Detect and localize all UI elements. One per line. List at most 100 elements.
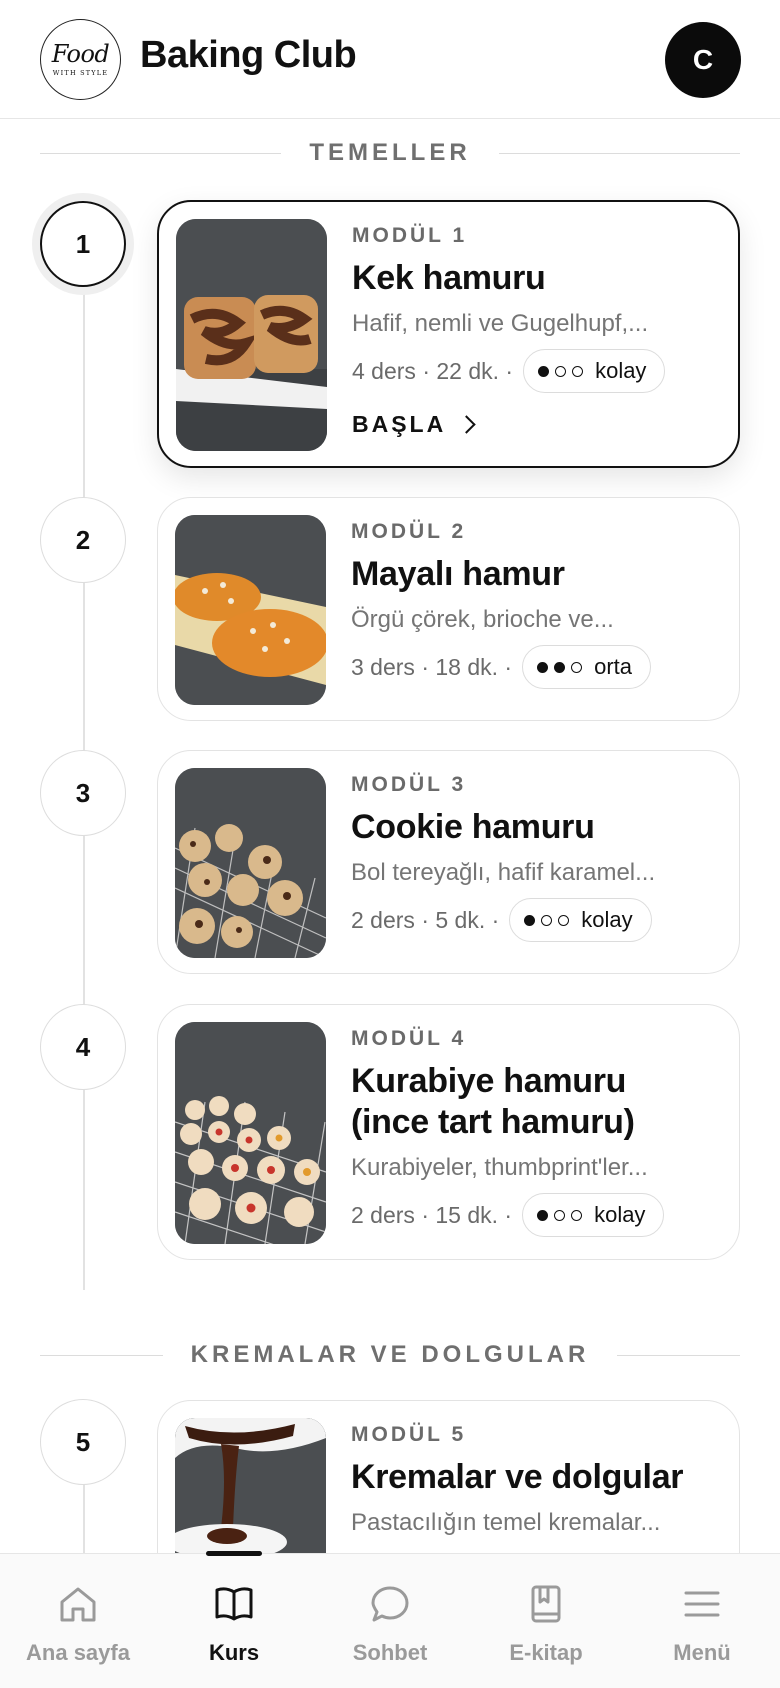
module-kicker: MODÜL 5	[351, 1423, 467, 1446]
divider-line	[40, 1354, 163, 1356]
difficulty-label: kolay	[595, 358, 647, 383]
divider-line	[40, 152, 282, 154]
difficulty-dot-empty	[555, 365, 567, 377]
module-description: Örgü çörek, brioche ve...	[351, 606, 614, 633]
module-meta: 4 ders · 22 dk. · kolay	[352, 349, 718, 393]
cookies-image	[175, 768, 326, 958]
module-kicker: MODÜL 2	[351, 520, 467, 543]
app-title: Baking Club	[140, 34, 357, 76]
module-card-3[interactable]: MODÜL 3 Cookie hamuru Bol tereyağlı, haf…	[157, 750, 740, 974]
difficulty-dot-filled	[537, 661, 549, 673]
step-circle-4[interactable]: 4	[40, 1004, 126, 1090]
marble-cake-image	[176, 219, 327, 451]
module-card-2[interactable]: MODÜL 2 Mayalı hamur Örgü çörek, brioche…	[157, 497, 740, 721]
difficulty-badge: kolay	[522, 1193, 665, 1237]
difficulty-dot-filled	[537, 1209, 549, 1221]
section-label: TEMELLER	[309, 139, 471, 166]
module-title: Cookie hamuru	[351, 808, 595, 846]
start-button-label: BAŞLA	[352, 411, 447, 437]
module-meta: 2 ders · 15 dk. · kolay	[351, 1193, 719, 1237]
step-circle-3[interactable]: 3	[40, 750, 126, 836]
active-tab-indicator	[206, 1551, 262, 1556]
module-meta-text: 3 ders · 18 dk. ·	[351, 653, 513, 680]
nav-label: Ana sayfa	[26, 1640, 130, 1665]
nav-label: Sohbet	[352, 1640, 428, 1665]
module-thumbnail	[175, 768, 326, 958]
module-description: Kurabiyeler, thumbprint'ler...	[351, 1154, 648, 1181]
module-thumbnail	[175, 515, 326, 705]
menu-icon	[684, 1591, 720, 1617]
module-info: MODÜL 2 Mayalı hamur Örgü çörek, brioche…	[351, 520, 719, 689]
section-divider-kremalar: KREMALAR VE DOLGULAR	[40, 1338, 740, 1372]
brioche-image	[175, 515, 326, 705]
module-thumbnail	[175, 1022, 326, 1244]
user-avatar[interactable]: C	[665, 22, 741, 98]
home-icon	[60, 1587, 96, 1622]
module-meta-text: 4 ders · 22 dk. ·	[352, 357, 514, 384]
divider-line	[617, 1354, 740, 1356]
difficulty-dot-filled	[554, 661, 566, 673]
module-title-line2: (ince tart hamuru)	[351, 1103, 635, 1141]
step-circle-5[interactable]: 5	[40, 1399, 126, 1485]
module-kicker: MODÜL 4	[351, 1027, 467, 1050]
difficulty-dot-empty	[571, 1209, 583, 1221]
step-circle-2[interactable]: 2	[40, 497, 126, 583]
module-title: Kurabiye hamuru	[351, 1062, 627, 1100]
nav-item-course[interactable]: Kurs	[156, 1582, 312, 1666]
ebook-icon	[531, 1585, 561, 1623]
section-divider-temeller: TEMELLER	[40, 136, 741, 170]
book-icon	[215, 1587, 253, 1621]
nav-item-ebook[interactable]: E-kitap	[468, 1582, 624, 1666]
divider-line	[498, 152, 741, 154]
module-meta: 3 ders · 18 dk. · orta	[351, 645, 719, 689]
difficulty-label: orta	[594, 654, 632, 679]
module-card-4[interactable]: MODÜL 4 Kurabiye hamuru (ince tart hamur…	[157, 1004, 740, 1260]
module-kicker: MODÜL 1	[352, 224, 468, 247]
difficulty-dot-empty	[554, 1209, 566, 1221]
difficulty-dot-filled	[538, 365, 550, 377]
nav-item-chat[interactable]: Sohbet	[312, 1582, 468, 1666]
difficulty-dot-empty	[572, 365, 584, 377]
difficulty-dot-empty	[558, 914, 570, 926]
difficulty-badge: kolay	[523, 349, 666, 393]
difficulty-dot-empty	[571, 661, 583, 673]
module-description: Hafif, nemli ve Gugelhupf,...	[352, 310, 649, 337]
module-info: MODÜL 3 Cookie hamuru Bol tereyağlı, haf…	[351, 773, 719, 942]
module-info: MODÜL 5 Kremalar ve dolgular Pastacılığı…	[351, 1423, 719, 1538]
logo-script: Food	[51, 40, 110, 68]
module-description: Bol tereyağlı, hafif karamel...	[351, 859, 656, 886]
bottom-navigation: Ana sayfa Kurs Sohbet E-kitap Menü	[0, 1551, 780, 1688]
module-title: Kremalar ve dolgular	[351, 1458, 684, 1496]
nav-label: E-kitap	[509, 1640, 583, 1665]
step-circle-1[interactable]: 1	[40, 201, 126, 287]
difficulty-badge: kolay	[509, 898, 652, 942]
module-meta-text: 2 ders · 5 dk. ·	[351, 906, 500, 933]
difficulty-label: kolay	[594, 1202, 646, 1227]
module-info: MODÜL 4 Kurabiye hamuru (ince tart hamur…	[351, 1027, 719, 1237]
module-title: Mayalı hamur	[351, 555, 565, 593]
chat-icon	[371, 1586, 409, 1622]
module-title: Kek hamuru	[352, 259, 546, 297]
difficulty-dot-empty	[541, 914, 553, 926]
nav-label: Kurs	[208, 1640, 260, 1665]
nav-item-home[interactable]: Ana sayfa	[0, 1582, 156, 1666]
module-meta: 2 ders · 5 dk. · kolay	[351, 898, 719, 942]
food-with-style-logo[interactable]: Food WITH STYLE	[40, 19, 121, 100]
thumbprint-cookies-image	[175, 1022, 326, 1244]
app-header: Food WITH STYLE Baking Club C	[0, 0, 780, 119]
module-kicker: MODÜL 3	[351, 773, 467, 796]
nav-label: Menü	[673, 1640, 731, 1665]
start-button[interactable]: BAŞLA	[352, 411, 718, 438]
section-label: KREMALAR VE DOLGULAR	[190, 1341, 590, 1368]
chevron-right-icon	[457, 415, 476, 434]
logo-subtitle: WITH STYLE	[52, 69, 109, 77]
module-card-1[interactable]: MODÜL 1 Kek hamuru Hafif, nemli ve Gugel…	[157, 200, 740, 468]
nav-item-menu[interactable]: Menü	[624, 1582, 780, 1666]
difficulty-label: kolay	[581, 907, 633, 932]
difficulty-dot-filled	[524, 914, 536, 926]
module-description: Pastacılığın temel kremalar...	[351, 1509, 661, 1536]
module-info: MODÜL 1 Kek hamuru Hafif, nemli ve Gugel…	[352, 224, 718, 438]
module-thumbnail	[176, 219, 327, 451]
difficulty-badge: orta	[522, 645, 651, 689]
module-meta-text: 2 ders · 15 dk. ·	[351, 1201, 513, 1228]
